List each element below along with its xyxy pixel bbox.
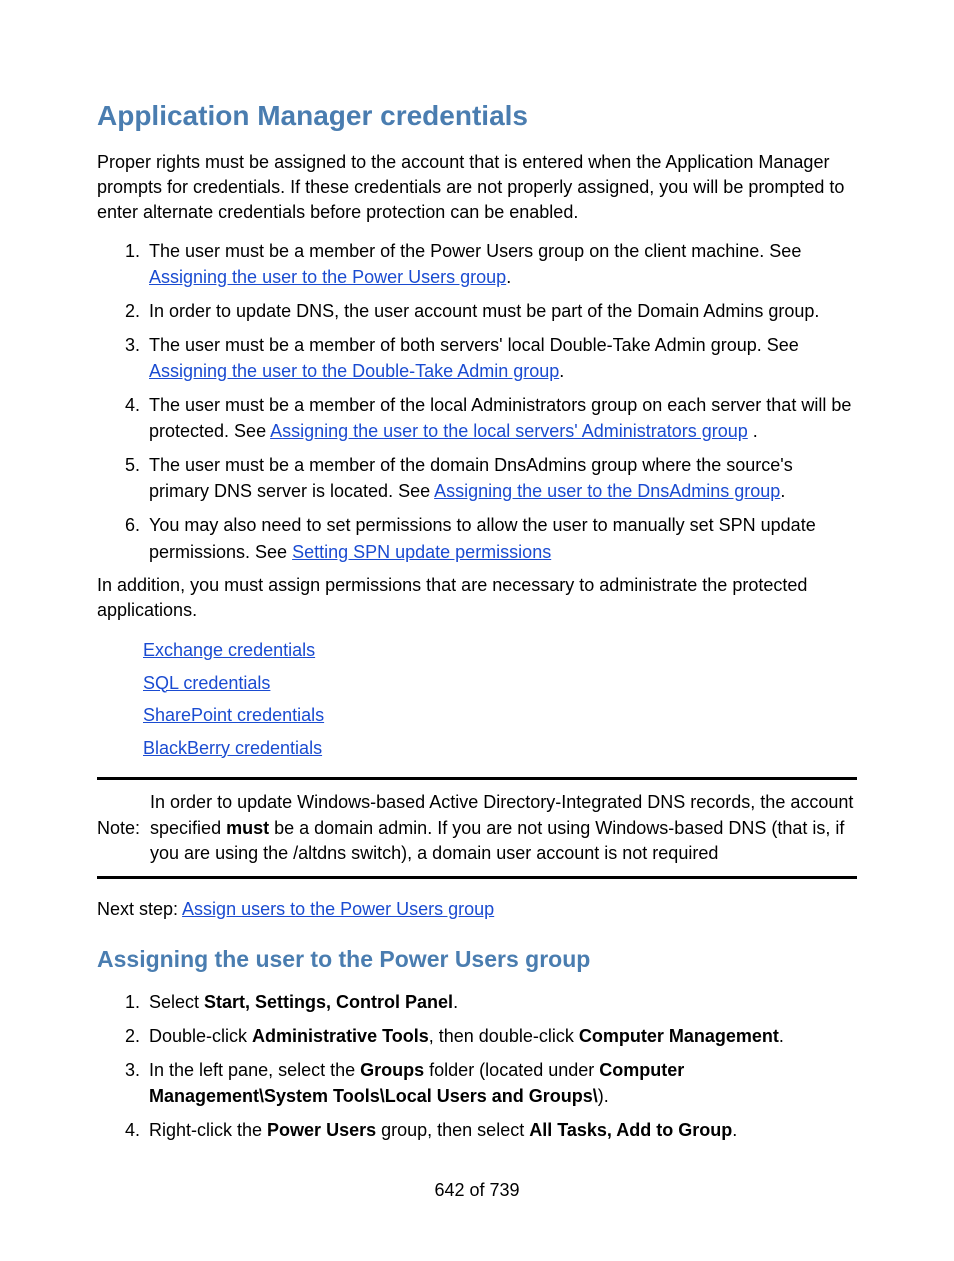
text: . [732,1120,737,1140]
list-item: The user must be a member of both server… [145,332,857,384]
page-title: Application Manager credentials [97,100,857,132]
link-local-admins-group[interactable]: Assigning the user to the local servers'… [270,421,748,441]
bold-text: Groups [360,1060,424,1080]
text: folder (located under [424,1060,599,1080]
link-double-take-admin[interactable]: Assigning the user to the Double-Take Ad… [149,361,559,381]
bold-text: Power Users [267,1120,376,1140]
link-exchange-credentials[interactable]: Exchange credentials [143,640,315,660]
link-power-users-group[interactable]: Assigning the user to the Power Users gr… [149,267,506,287]
text: . [559,361,564,381]
list-item: Select Start, Settings, Control Panel. [145,989,857,1015]
link-spn-permissions[interactable]: Setting SPN update permissions [292,542,551,562]
bold-text: Administrative Tools [252,1026,429,1046]
list-item: The user must be a member of the Power U… [145,238,857,290]
text: , then double-click [429,1026,579,1046]
text: The user must be a member of both server… [149,335,799,355]
section-heading: Assigning the user to the Power Users gr… [97,946,857,973]
link-sql-credentials[interactable]: SQL credentials [143,673,270,693]
text: . [453,992,458,1012]
text: The user must be a member of the Power U… [149,241,801,261]
note-label: Note: [97,818,150,839]
text: group, then select [376,1120,529,1140]
bold-text: must [226,818,269,838]
link-sharepoint-credentials[interactable]: SharePoint credentials [143,705,324,725]
list-item: The user must be a member of the domain … [145,452,857,504]
mid-paragraph: In addition, you must assign permissions… [97,573,857,623]
note-box: Note: In order to update Windows-based A… [97,777,857,879]
text: ). [598,1086,609,1106]
list-item: Double-click Administrative Tools, then … [145,1023,857,1049]
next-step-label: Next step: [97,899,182,919]
list-item: You may also need to set permissions to … [145,512,857,564]
next-step: Next step: Assign users to the Power Use… [97,897,857,922]
requirements-list: The user must be a member of the Power U… [97,238,857,565]
text: . [779,1026,784,1046]
bold-text: All Tasks, Add to Group [529,1120,732,1140]
text: . [780,481,785,501]
text: Select [149,992,204,1012]
text: Right-click the [149,1120,267,1140]
text: . [506,267,511,287]
link-dnsadmins-group[interactable]: Assigning the user to the DnsAdmins grou… [434,481,780,501]
page-content: Application Manager credentials Proper r… [37,0,917,1261]
list-item: In order to update DNS, the user account… [145,298,857,324]
steps-list: Select Start, Settings, Control Panel. D… [97,989,857,1143]
bold-text: Computer Management [579,1026,779,1046]
text: . [748,421,758,441]
page-number: 642 of 739 [97,1180,857,1201]
intro-paragraph: Proper rights must be assigned to the ac… [97,150,857,226]
link-blackberry-credentials[interactable]: BlackBerry credentials [143,738,322,758]
bold-text: Start, Settings, Control Panel [204,992,453,1012]
text: In the left pane, select the [149,1060,360,1080]
credential-links: Exchange credentials SQL credentials Sha… [143,635,857,763]
link-next-step[interactable]: Assign users to the Power Users group [182,899,494,919]
list-item: Right-click the Power Users group, then … [145,1117,857,1143]
note-text: In order to update Windows-based Active … [150,790,857,866]
list-item: In the left pane, select the Groups fold… [145,1057,857,1109]
list-item: The user must be a member of the local A… [145,392,857,444]
text: Double-click [149,1026,252,1046]
